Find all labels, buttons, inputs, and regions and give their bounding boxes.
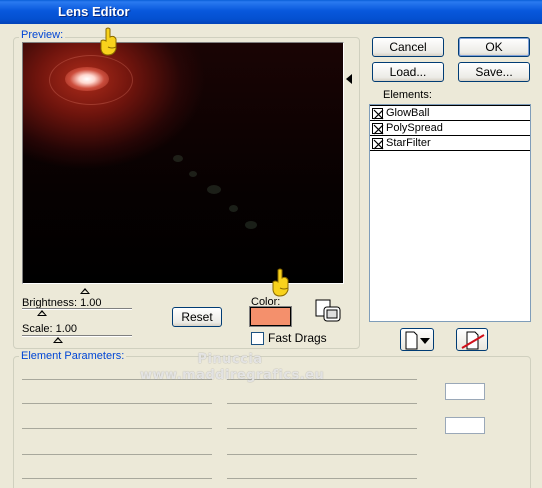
scale-label: Scale: 1.00 <box>22 323 78 335</box>
parameter-divider <box>22 403 212 404</box>
list-item[interactable]: PolySpread <box>370 120 530 136</box>
brightness-slider-thumb[interactable] <box>37 310 47 316</box>
flare-spot <box>207 185 221 194</box>
parameter-divider <box>227 428 417 429</box>
copy-color-icon[interactable] <box>314 298 344 324</box>
delete-element-icon <box>461 331 485 350</box>
pointing-hand-icon <box>100 27 117 56</box>
save-button[interactable]: Save... <box>458 62 530 82</box>
watermark: Pinuccia www.maddiregrafics.eu <box>140 352 325 383</box>
title-bar: Lens Editor <box>0 0 542 24</box>
color-swatch[interactable] <box>249 306 292 327</box>
pointing-hand-icon <box>272 268 289 297</box>
parameter-input[interactable] <box>445 383 485 400</box>
delete-element-button[interactable] <box>456 328 488 351</box>
flare-spot <box>189 171 197 177</box>
parameter-divider <box>227 478 417 479</box>
new-element-button[interactable] <box>400 328 434 351</box>
preview-label: Preview: <box>19 29 66 41</box>
scale-value: 1.00 <box>55 323 78 335</box>
glow-ball <box>65 67 109 91</box>
parameter-divider <box>227 403 417 404</box>
elements-label: Elements: <box>383 89 432 101</box>
checkbox-x-icon[interactable] <box>372 108 384 120</box>
fast-drags-checkbox[interactable] <box>251 332 264 345</box>
window-title: Lens Editor <box>58 4 130 19</box>
fast-drags-label: Fast Drags <box>268 331 327 345</box>
checkbox-x-icon[interactable] <box>372 123 384 135</box>
checkbox-x-icon[interactable] <box>372 138 384 150</box>
parameter-divider <box>22 478 212 479</box>
elements-list[interactable]: GlowBall PolySpread StarFilter <box>369 104 531 322</box>
preview-canvas[interactable] <box>22 42 344 284</box>
element-parameters-label: Element Parameters: <box>19 350 127 362</box>
flare-spot <box>245 221 257 229</box>
preview-horizontal-marker[interactable] <box>80 288 90 294</box>
list-item[interactable]: GlowBall <box>370 105 530 121</box>
flare-spot <box>229 205 238 212</box>
ok-button[interactable]: OK <box>458 37 530 57</box>
scale-slider-thumb[interactable] <box>53 337 63 343</box>
load-button[interactable]: Load... <box>372 62 444 82</box>
parameter-divider <box>22 428 212 429</box>
list-item[interactable]: StarFilter <box>370 135 530 151</box>
parameter-input[interactable] <box>445 417 485 434</box>
cancel-button[interactable]: Cancel <box>372 37 444 57</box>
flare-spot <box>173 155 183 162</box>
parameter-divider <box>227 454 417 455</box>
reset-button[interactable]: Reset <box>172 307 222 327</box>
new-element-icon <box>405 331 430 350</box>
parameter-divider <box>22 454 212 455</box>
position-marker-right[interactable] <box>346 74 352 84</box>
scale-slider-track[interactable] <box>22 335 132 337</box>
